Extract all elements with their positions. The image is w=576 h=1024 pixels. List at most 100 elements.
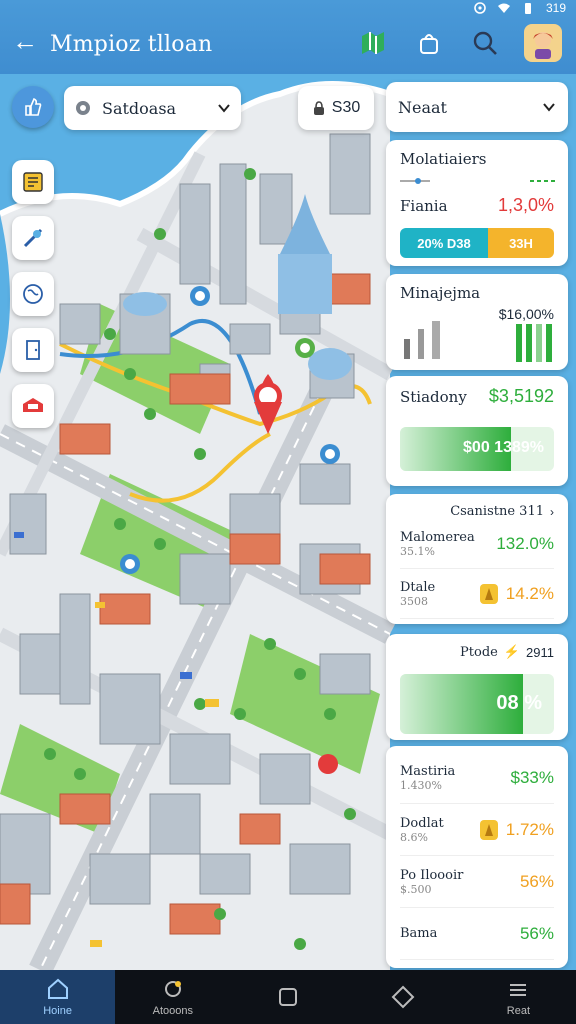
nav-item-square[interactable] [230,970,345,1024]
map-toolbar [12,160,54,428]
stat-row-value: 1.72% [505,819,554,839]
stat-row-sub: 8.6% [400,830,428,844]
bar-chart-icon [404,320,440,359]
card-header: Csanistne 311 [450,504,544,519]
stat-row[interactable]: Mastiria 1.430% $33% [400,752,554,804]
back-button[interactable]: ← [12,28,38,54]
stat-row-right: 14.2% [478,582,554,606]
nav-item-diamond[interactable] [346,970,461,1024]
card-header-value: 2911 [526,644,554,660]
pill-right: 33H [488,228,554,258]
lock-icon [313,101,324,115]
stat-row[interactable]: Po Iloooir $.500 56% [400,856,554,908]
nav-item-reat[interactable]: Reat [461,970,576,1024]
card-title: Molatiaiers [400,150,487,168]
square-icon [279,988,297,1006]
map-search-label: S30 [331,99,361,116]
location-pin[interactable] [295,338,315,358]
stat-row-label: Dtale [400,579,436,595]
stat-row[interactable]: Dodlat 8.6% 1.72% [400,804,554,856]
app-title: Mmpioz tlloan [50,32,213,57]
stats-card-1[interactable]: Molatiaiers Fiania 1,3,0% 20% D38 33H [386,140,568,266]
stat-row-sub: $.500 [400,882,432,896]
ruler-icon [23,228,43,248]
green-bars-icon [516,324,552,362]
stat-row-label: Bama [400,926,438,941]
stats-card-2[interactable]: Minajejma $16,00% [386,274,568,370]
stat-row-left: Dtale 3508 [400,580,435,608]
user-avatar-icon [533,32,553,59]
stats-card-5[interactable]: Ptode ⚡ 2911 08 % [386,634,568,740]
door-icon [26,340,40,360]
stats-panel: Neaat Molatiaiers Fiania 1,3,0% 20% D38 … [386,82,570,970]
chevron-down-icon [218,104,230,113]
chevron-right-icon: › [550,504,554,519]
stat-row-value: 56% [519,923,554,943]
tool-measure-button[interactable] [12,216,54,260]
stat-row-sub: 1.430% [400,778,442,792]
location-pin[interactable] [190,286,210,306]
actions-icon [164,981,181,997]
globe-icon [23,284,43,304]
nav-label: Hoine [43,1005,72,1017]
stat-row-label: Dodlat [400,815,444,831]
layers-fab[interactable] [12,86,54,128]
nearby-select[interactable]: Neaat [386,82,568,132]
chevron-down-icon [543,103,555,112]
list-icon [23,172,43,192]
card-row-value: 1,3,0% [497,195,554,215]
stat-row-right: 1.72% [478,818,554,842]
stat-row-label: Po Iloooir [400,867,464,883]
nav-item-hoine[interactable]: Hoine [0,970,116,1024]
location-pin[interactable] [320,444,340,464]
card-value: $3,5192 [488,386,554,406]
stats-card-3[interactable]: Stiadony $3,5192 $00 1389% [386,376,568,486]
nav-label: Reat [506,1005,531,1017]
search-icon [473,31,497,55]
warning-icon [479,819,498,840]
stats-card-4[interactable]: Csanistne 311 › Malomerea 35.1% 132.0% Dtal… [386,494,568,624]
status-bar: 319 [474,0,566,16]
location-pin[interactable] [120,554,140,574]
stat-row-right: 56% [520,924,554,944]
battery-icon [524,3,531,14]
diamond-icon [391,985,415,1009]
map-layer-button[interactable] [356,26,390,60]
avatar[interactable] [524,24,562,62]
bag-icon [420,34,438,54]
thumbs-up-icon [25,98,42,116]
stat-row-left: Dodlat 8.6% [400,816,444,844]
stat-row-value: 132.0% [496,533,554,553]
stats-card-6[interactable]: Mastiria 1.430% $33% Dodlat 8.6% 1.72% Po Iloo… [386,746,568,968]
stat-row-right: $33% [511,768,554,788]
slider-icon [400,178,556,184]
settings-status-icon [474,2,486,14]
stat-row-left: Po Iloooir $.500 [400,868,463,896]
stat-row-left: Malomerea 35.1% [400,530,475,558]
location-dot-icon [76,101,90,115]
nav-item-atooons[interactable]: Atooons [115,970,230,1024]
card-header: Ptode [460,644,498,660]
lightning-icon: ⚡ [503,644,521,659]
stat-row-label: Mastiria [400,763,456,779]
progress-bar: 08 % [400,674,554,734]
nav-label: Atooons [152,1005,193,1017]
tool-list-button[interactable] [12,160,54,204]
stat-row[interactable]: Malomerea 35.1% 132.0% [400,519,554,569]
app-bar: 319 ← Mmpioz tlloan [0,0,576,74]
bag-button[interactable] [412,26,446,60]
progress-bar: $00 1389% [400,427,554,471]
search-button[interactable] [468,26,502,60]
stat-row-right: 132.0% [496,534,554,554]
stat-row[interactable]: Dtale 3508 14.2% [400,569,554,619]
nearby-label: Neaat [398,97,447,117]
tool-door-button[interactable] [12,328,54,372]
place-select[interactable]: Satdoasa [64,86,241,130]
tool-alert-button[interactable] [12,384,54,428]
status-time: 319 [545,1,566,15]
tool-globe-button[interactable] [12,272,54,316]
stat-row[interactable]: Bama 56% [400,908,554,960]
map-search-button[interactable]: S30 [298,86,374,130]
stat-row-left: Bama [400,926,437,941]
progress-label: 08 % [496,692,542,714]
